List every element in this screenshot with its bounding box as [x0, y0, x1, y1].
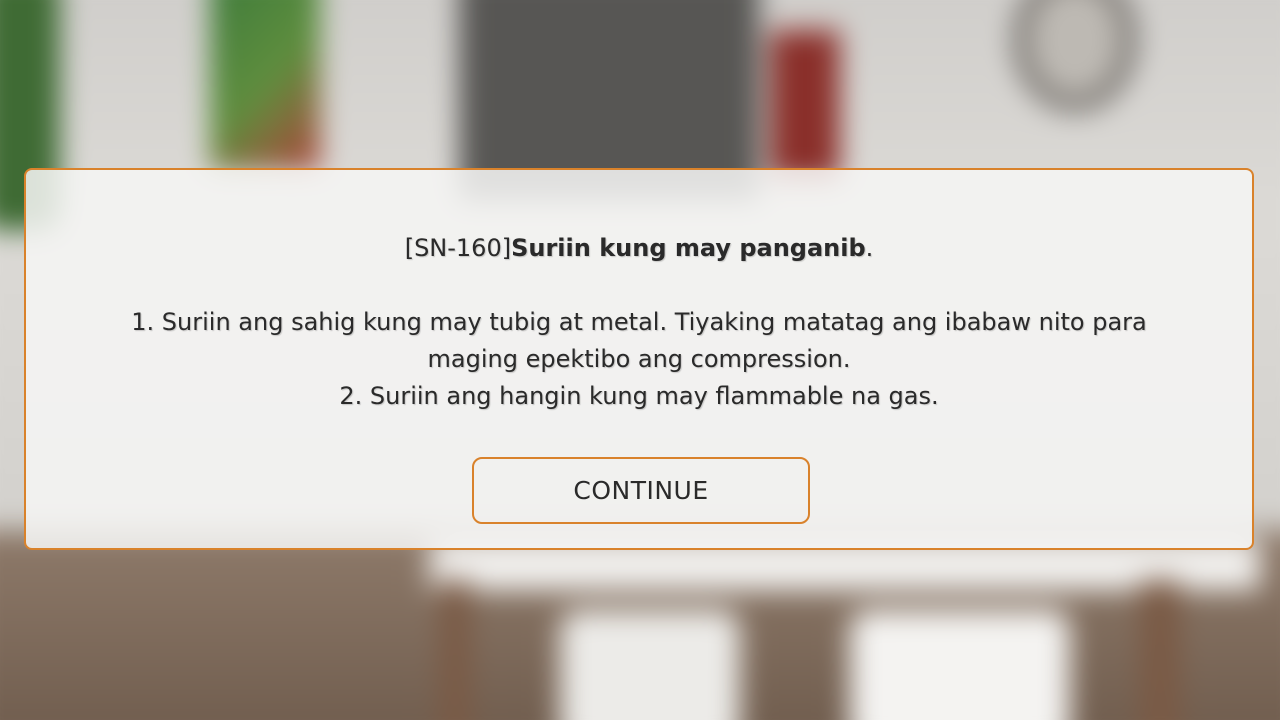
dialog-title: [SN-160]Suriin kung may panganib.	[86, 230, 1192, 267]
painting	[770, 30, 840, 180]
step-code: [SN-160]	[404, 234, 512, 262]
painting	[210, 0, 320, 170]
dialog-message: [SN-160]Suriin kung may panganib. 1. Sur…	[86, 230, 1192, 415]
table-leg	[1140, 580, 1180, 720]
title-suffix: .	[865, 234, 874, 262]
instruction-step: 1. Suriin ang sahig kung may tubig at me…	[131, 308, 1147, 373]
step-title: Suriin kung may panganib	[511, 234, 866, 262]
instruction-step: 2. Suriin ang hangin kung may flammable …	[339, 382, 939, 410]
continue-button[interactable]: CONTINUE	[472, 457, 810, 524]
table-leg	[440, 580, 470, 720]
background-scene: [SN-160]Suriin kung may panganib. 1. Sur…	[0, 0, 1280, 720]
chair	[560, 610, 740, 720]
chair	[850, 610, 1070, 720]
instruction-dialog: [SN-160]Suriin kung may panganib. 1. Sur…	[24, 168, 1254, 550]
